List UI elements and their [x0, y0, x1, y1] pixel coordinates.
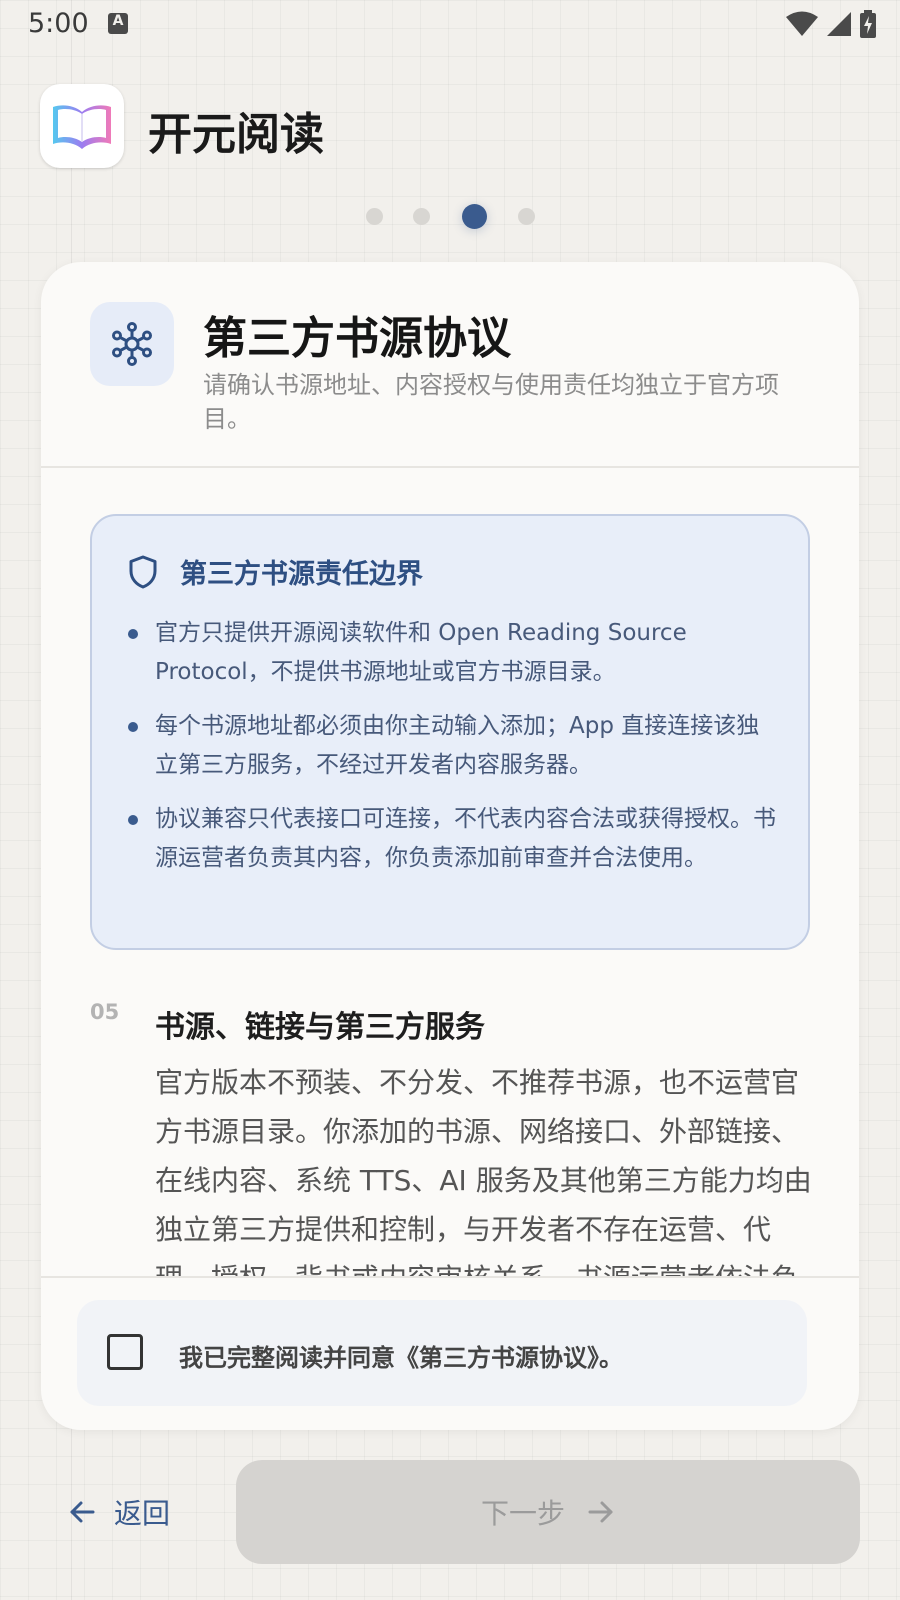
back-button[interactable]: 返回 [56, 1460, 216, 1564]
network-hub-icon [112, 322, 152, 366]
responsibility-notice: 第三方书源责任边界 官方只提供开源阅读软件和 Open Reading Sour… [90, 514, 810, 950]
notice-item: 每个书源地址都必须由你主动输入添加；App 直接连接该独立第三方服务，不经过开发… [128, 707, 778, 785]
notice-title: 第三方书源责任边界 [180, 559, 423, 590]
status-time: 5:00 [28, 8, 89, 39]
wifi-icon [786, 11, 818, 36]
bullet-dot [128, 629, 138, 639]
agreement-card: 第三方书源协议 请确认书源地址、内容授权与使用责任均独立于官方项目。 第三方书源… [41, 262, 859, 1430]
bullet-dot [128, 815, 138, 825]
card-footer: 我已完整阅读并同意《第三方书源协议》。 [41, 1276, 859, 1430]
notice-item-text: 官方只提供开源阅读软件和 Open Reading Source Protoco… [155, 620, 687, 685]
back-button-label: 返回 [114, 1497, 171, 1530]
next-button-label: 下一步 [480, 1497, 565, 1530]
arrow-left-icon [70, 1501, 95, 1523]
agreement-consent-row[interactable]: 我已完整阅读并同意《第三方书源协议》。 [77, 1300, 807, 1406]
card-title: 第三方书源协议 [203, 313, 511, 364]
app-title: 开元阅读 [148, 109, 324, 160]
card-subtitle: 请确认书源地址、内容授权与使用责任均独立于官方项目。 [203, 371, 779, 433]
section-body: 官方版本不预装、不分发、不推荐书源，也不运营官方书源目录。你添加的书源、网络接口… [155, 1066, 812, 1278]
shield-icon [129, 555, 157, 588]
app-logo [40, 84, 124, 168]
next-button[interactable]: 下一步 [236, 1460, 860, 1564]
notice-item: 官方只提供开源阅读软件和 Open Reading Source Protoco… [128, 614, 778, 692]
step-indicator [362, 202, 542, 232]
section-number: 05 [90, 1000, 120, 1024]
arrow-right-icon [588, 1501, 613, 1523]
status-bar: 5:00 A [0, 0, 900, 48]
agree-label: 我已完整阅读并同意《第三方书源协议》。 [179, 1344, 623, 1372]
battery-charging-icon [860, 10, 876, 38]
open-book-icon [53, 105, 111, 149]
agree-checkbox[interactable] [107, 1334, 143, 1370]
bullet-dot [128, 722, 138, 732]
card-header: 第三方书源协议 请确认书源地址、内容授权与使用责任均独立于官方项目。 [41, 262, 859, 468]
section-title: 书源、链接与第三方服务 [155, 1010, 485, 1045]
notification-icon: A [108, 13, 128, 34]
notice-header: 第三方书源责任边界 [128, 552, 423, 591]
status-icons [786, 10, 876, 38]
agreement-scroll-area[interactable]: 第三方书源责任边界 官方只提供开源阅读软件和 Open Reading Sour… [41, 470, 859, 1278]
notice-item: 协议兼容只代表接口可连接，不代表内容合法或获得授权。书源运营者负责其内容，你负责… [128, 800, 778, 878]
step-dot-active [462, 204, 487, 229]
card-icon-tile [90, 302, 174, 386]
notice-list: 官方只提供开源阅读软件和 Open Reading Source Protoco… [128, 614, 778, 893]
step-dot [518, 208, 535, 225]
step-dot [366, 208, 383, 225]
cell-signal-icon [827, 12, 851, 36]
step-dot [413, 208, 430, 225]
notice-item-text: 协议兼容只代表接口可连接，不代表内容合法或获得授权。书源运营者负责其内容，你负责… [155, 806, 776, 871]
notice-item-text: 每个书源地址都必须由你主动输入添加；App 直接连接该独立第三方服务，不经过开发… [155, 713, 760, 778]
